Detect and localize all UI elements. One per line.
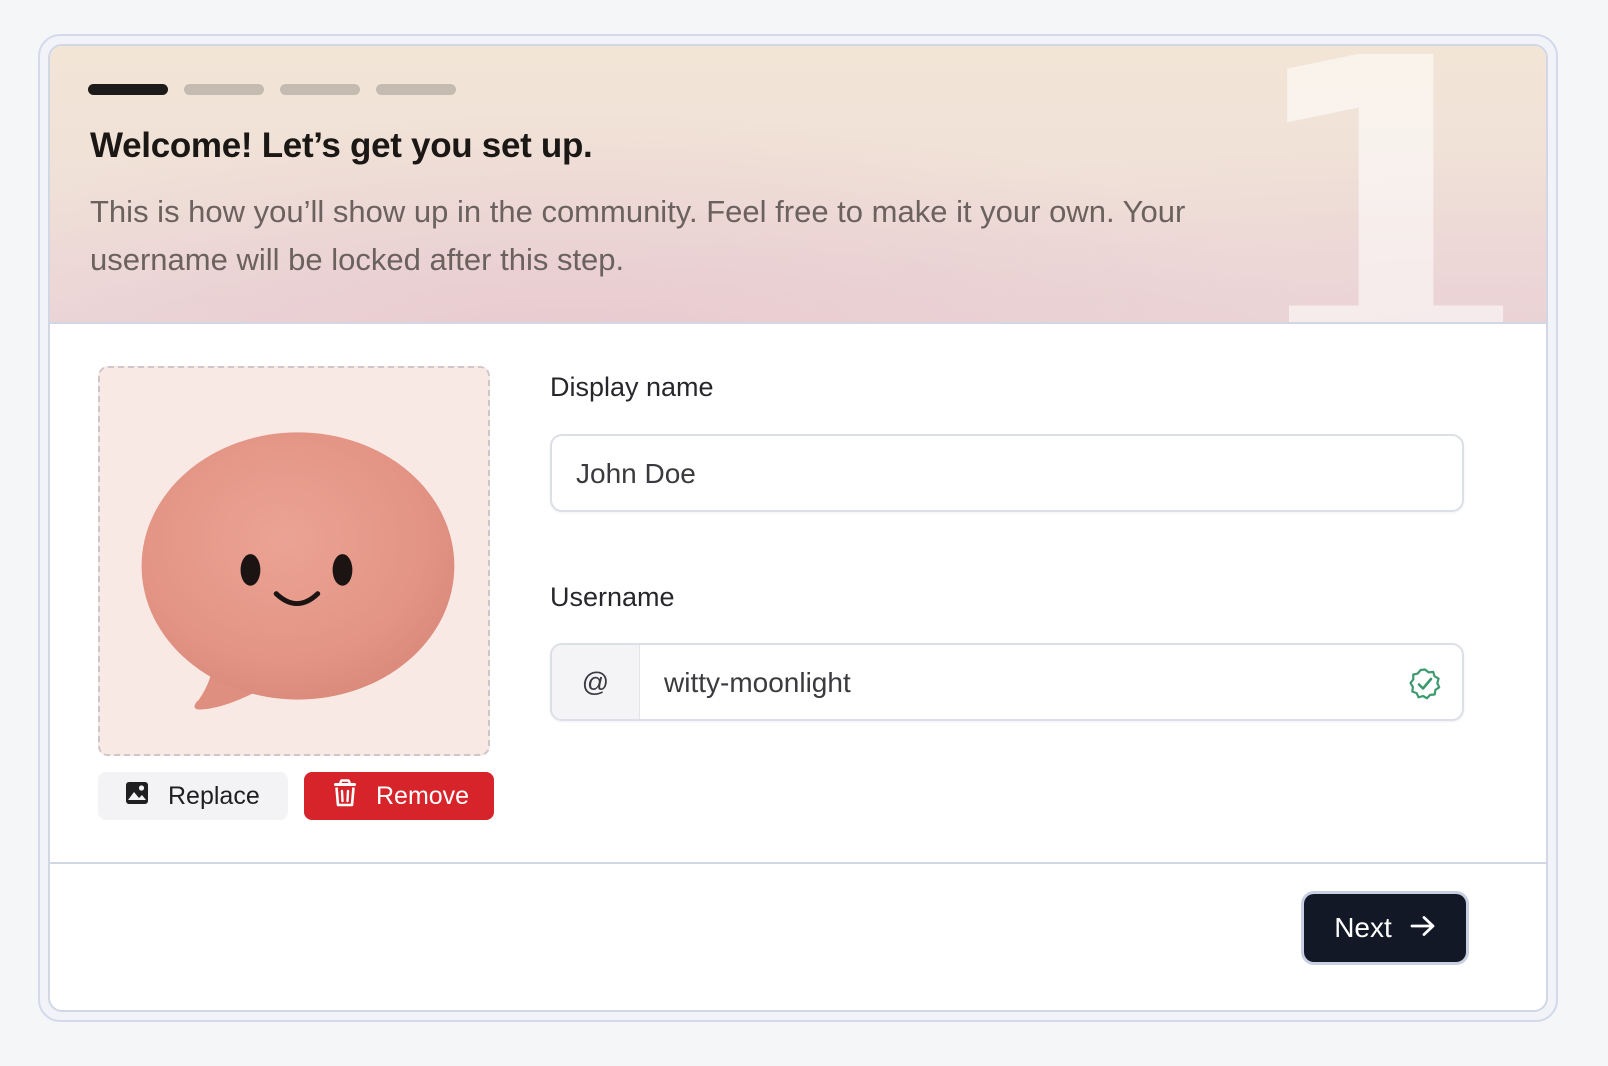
username-prefix: @ <box>552 645 640 719</box>
progress-step-4 <box>376 84 456 95</box>
remove-button[interactable]: Remove <box>304 772 494 820</box>
step-number-watermark: 1 <box>1239 46 1532 324</box>
replace-button[interactable]: Replace <box>98 772 288 820</box>
display-name-label: Display name <box>550 372 714 402</box>
display-name-value: John Doe <box>576 458 696 489</box>
display-name-input[interactable]: John Doe <box>550 434 1464 512</box>
username-label: Username <box>550 582 675 612</box>
replace-label: Replace <box>168 781 260 810</box>
progress-step-1 <box>88 84 168 95</box>
avatar-image <box>100 368 488 754</box>
next-label: Next <box>1334 912 1392 943</box>
next-button[interactable]: Next <box>1304 894 1466 962</box>
footer-divider <box>50 862 1546 864</box>
verified-check-icon <box>1408 667 1442 701</box>
username-input[interactable]: @ witty-moonlight <box>550 643 1464 721</box>
progress-indicator <box>88 84 456 95</box>
page-title: Welcome! Let’s get you set up. <box>90 126 593 165</box>
progress-step-3 <box>280 84 360 95</box>
avatar-upload[interactable] <box>98 366 490 756</box>
remove-label: Remove <box>376 781 470 810</box>
trash-icon <box>332 778 358 814</box>
progress-step-2 <box>184 84 264 95</box>
hero-header: 1 Welcome! Let’s get you set up. This is… <box>50 46 1546 324</box>
image-icon <box>124 780 150 813</box>
onboarding-card: 1 Welcome! Let’s get you set up. This is… <box>48 44 1548 1012</box>
page-subtitle: This is how you’ll show up in the commun… <box>90 194 1186 277</box>
username-value: witty-moonlight <box>664 667 851 698</box>
arrow-right-icon <box>1410 912 1436 944</box>
avatar-actions: Replace Remove <box>98 772 494 820</box>
